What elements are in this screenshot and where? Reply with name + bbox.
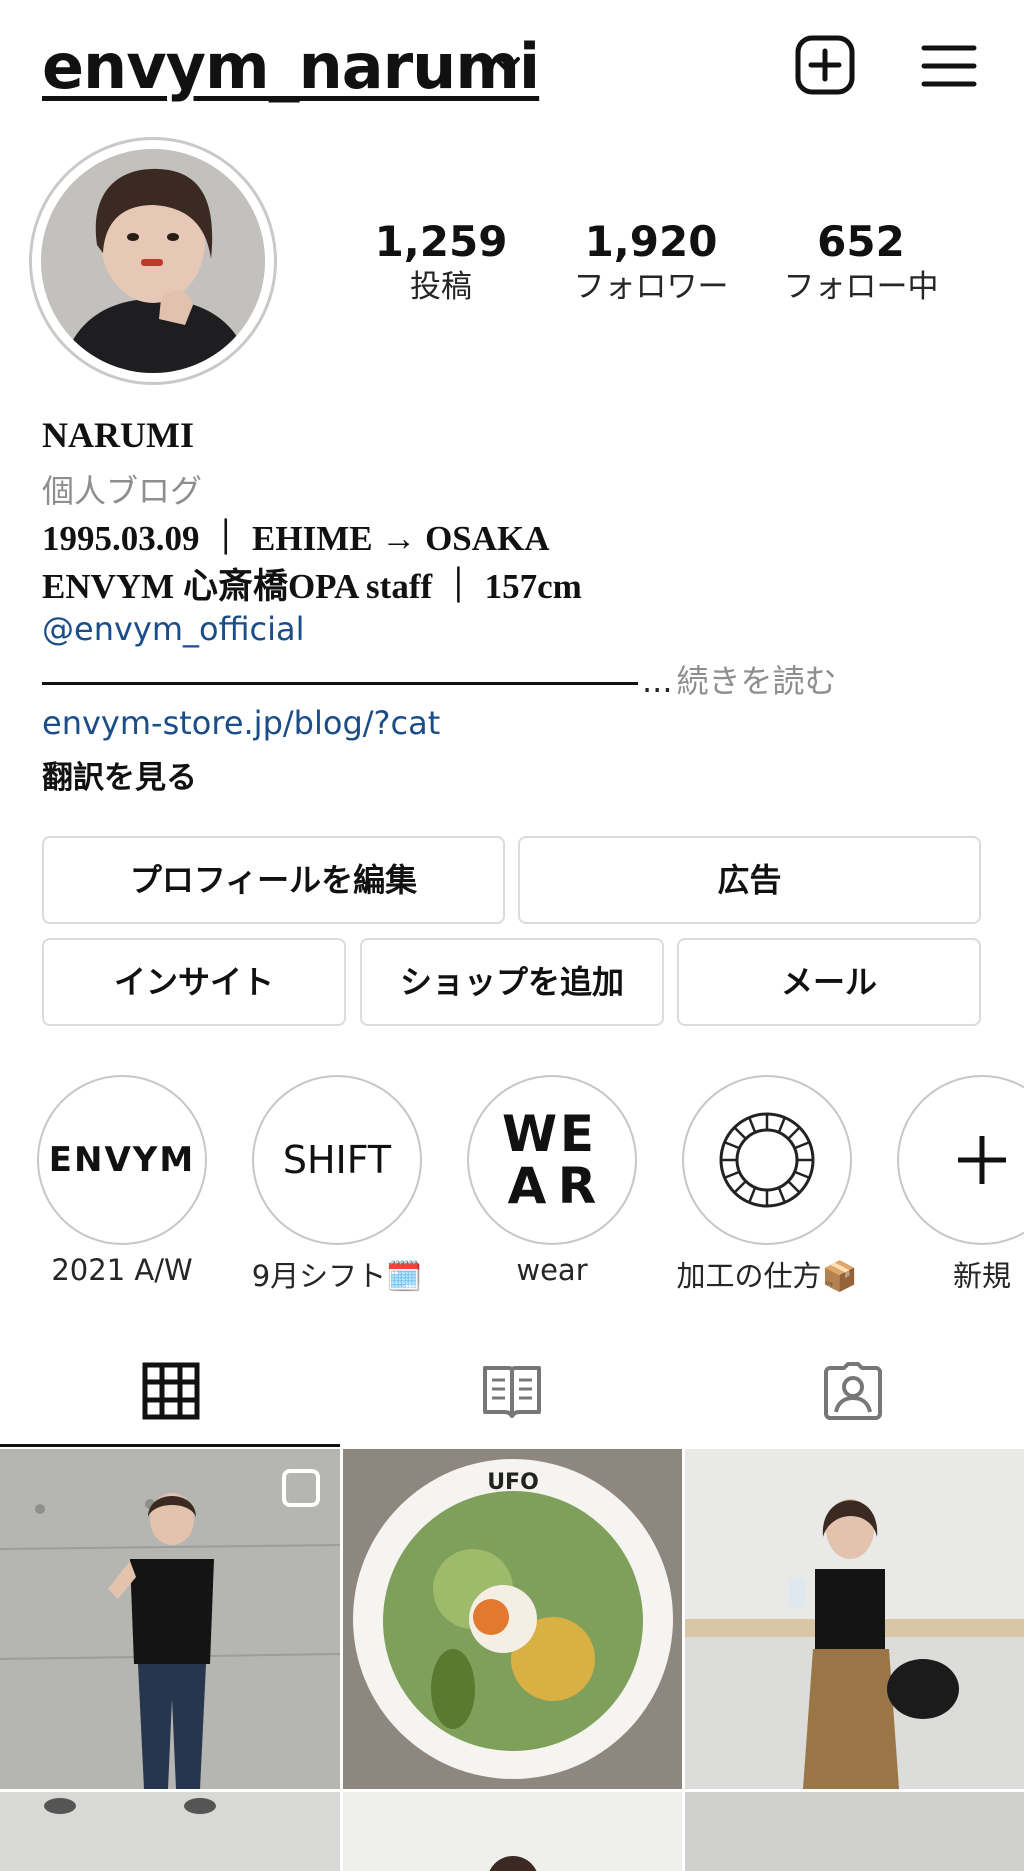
- highlight-shift[interactable]: SHIFT: [252, 1075, 422, 1245]
- bio-line-1: 1995.03.09 ｜ EHIME → OSAKA: [42, 519, 550, 558]
- posts-label: 投稿: [410, 269, 472, 305]
- bio-divider-line: ... 続きを読む: [42, 656, 837, 702]
- posts-count: 1,259: [374, 217, 508, 266]
- followers-count: 1,920: [584, 217, 718, 266]
- bio-line-2: ENVYM 心斎橋OPA staff ｜ 157cm: [42, 567, 582, 606]
- highlight-label: 2021 A/W: [51, 1253, 193, 1287]
- post-thumbnail[interactable]: [685, 1792, 1024, 1871]
- wear-letter: R: [557, 1157, 597, 1215]
- post-thumbnail[interactable]: [0, 1792, 340, 1871]
- active-tab-indicator: [0, 1444, 340, 1447]
- profile-category: 個人ブログ: [42, 472, 203, 510]
- highlight-label: 新規: [953, 1259, 1012, 1293]
- followers-label: フォロワー: [573, 269, 729, 305]
- email-button[interactable]: メール: [677, 938, 981, 1026]
- new-highlight-button[interactable]: [897, 1075, 1024, 1245]
- post-thumbnail[interactable]: [685, 1449, 1024, 1789]
- post-thumbnail[interactable]: UFO: [343, 1449, 682, 1789]
- add-shop-button[interactable]: ショップを追加: [360, 938, 664, 1026]
- post-thumbnail[interactable]: [343, 1792, 682, 1871]
- highlight-envym[interactable]: ENVYM: [37, 1075, 207, 1245]
- bio-ellipsis: ...: [642, 662, 673, 700]
- wear-letter: A: [507, 1157, 547, 1215]
- stat-following[interactable]: 652 フォロー中: [761, 216, 961, 306]
- avatar[interactable]: [41, 149, 265, 373]
- stat-posts[interactable]: 1,259 投稿: [341, 216, 541, 306]
- vsco-logo-icon: [719, 1112, 815, 1208]
- divider-rule: [42, 681, 638, 685]
- wear-letter: W: [502, 1105, 558, 1163]
- bio-mention-link[interactable]: @envym_official: [42, 610, 305, 648]
- wear-logo: W E A R: [502, 1108, 602, 1212]
- highlight-wear[interactable]: W E A R: [467, 1075, 637, 1245]
- highlight-label: 加工の仕方📦: [676, 1259, 858, 1293]
- new-post-icon[interactable]: [794, 34, 856, 96]
- highlight-cover-text: SHIFT: [282, 1138, 392, 1182]
- read-more-link[interactable]: 続きを読む: [677, 662, 837, 700]
- chevron-down-icon[interactable]: [490, 48, 524, 82]
- username-title[interactable]: envym_narumi: [42, 30, 540, 103]
- tagged-icon[interactable]: [822, 1360, 884, 1422]
- insights-button[interactable]: インサイト: [42, 938, 346, 1026]
- highlight-editing[interactable]: [682, 1075, 852, 1245]
- plus-icon: [958, 1136, 1006, 1184]
- profile-name: NARUMI: [42, 415, 194, 455]
- following-count: 652: [817, 217, 905, 266]
- edit-profile-button[interactable]: プロフィールを編集: [42, 836, 505, 924]
- menu-icon[interactable]: [920, 40, 978, 92]
- highlight-label: 9月シフト🗓️: [251, 1259, 423, 1293]
- highlight-cover-text: ENVYM: [48, 1140, 196, 1180]
- post-thumbnail[interactable]: [0, 1449, 340, 1789]
- grid-icon[interactable]: [140, 1360, 202, 1422]
- see-translation-link[interactable]: 翻訳を見る: [42, 752, 197, 797]
- following-label: フォロー中: [783, 269, 939, 305]
- ads-button[interactable]: 広告: [518, 836, 981, 924]
- highlight-label: wear: [516, 1253, 588, 1287]
- stat-followers[interactable]: 1,920 フォロワー: [551, 216, 751, 306]
- guide-icon[interactable]: [481, 1360, 543, 1422]
- wear-letter: E: [559, 1105, 595, 1163]
- bio-website-link[interactable]: envym-store.jp/blog/?cat: [42, 704, 440, 742]
- svg-text:UFO: UFO: [487, 1470, 539, 1495]
